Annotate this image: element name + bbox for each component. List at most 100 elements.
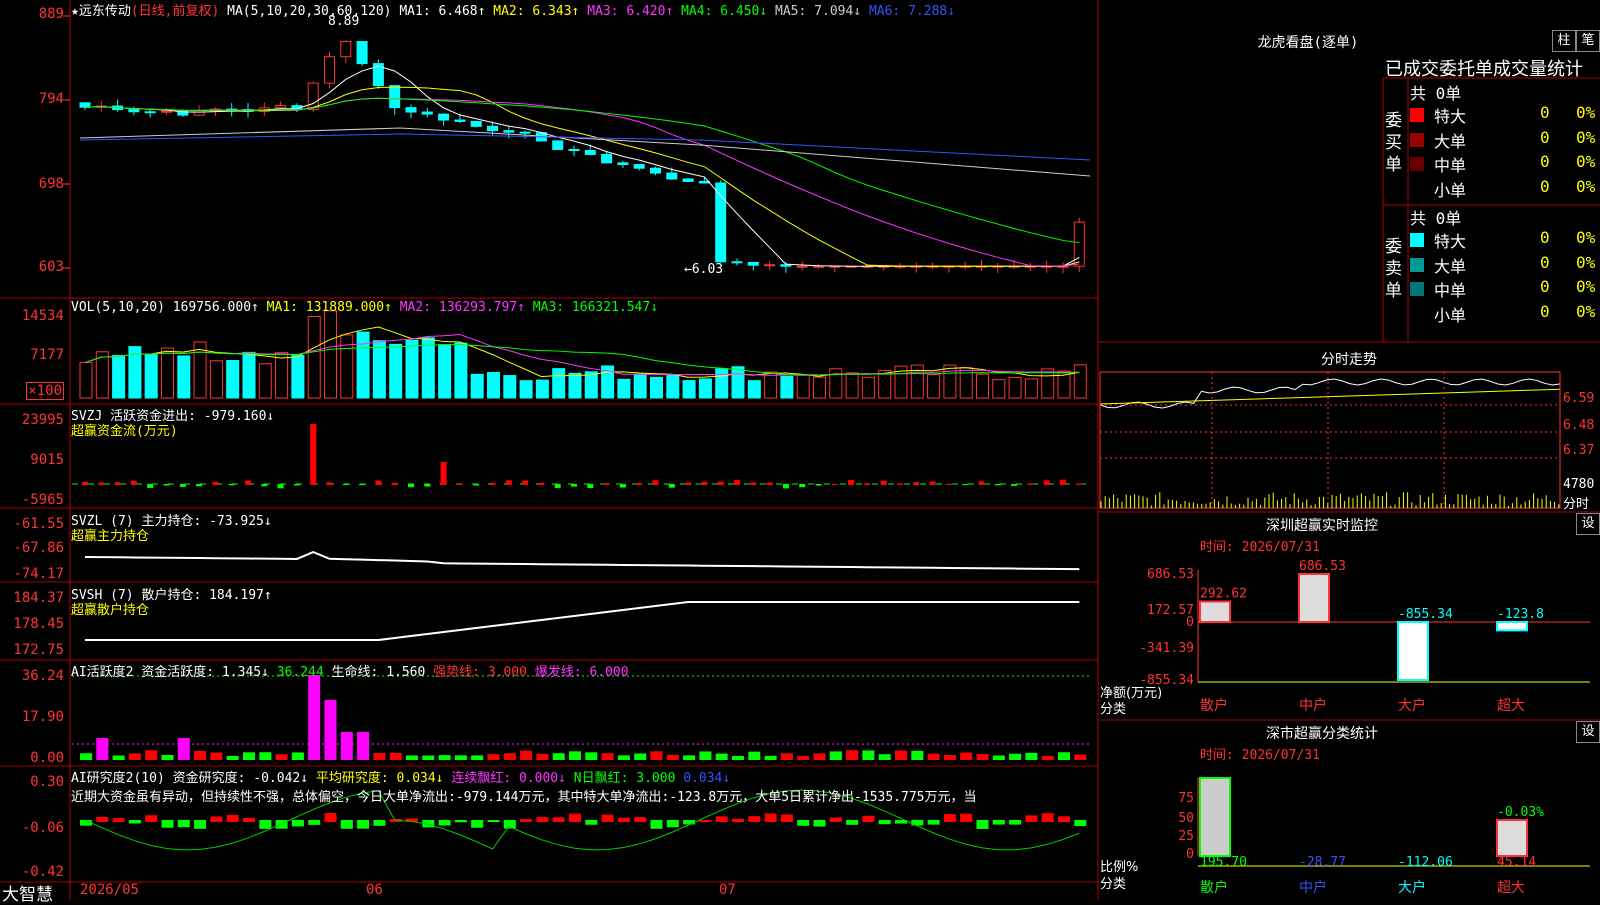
header-value: VOL(5,10,20) xyxy=(71,300,173,315)
research-bar xyxy=(1009,820,1022,825)
research-bar xyxy=(308,820,321,825)
research-bar xyxy=(927,820,940,825)
volume-bar xyxy=(112,354,126,399)
volume-bar xyxy=(405,339,419,399)
research-bar xyxy=(992,820,1005,825)
order-size-row: 特大 0 0% xyxy=(1410,103,1600,127)
research-bar xyxy=(650,820,663,829)
fund-flow-bar xyxy=(766,482,773,485)
volume-bar xyxy=(324,310,337,399)
research-bar xyxy=(357,820,370,829)
volume-bar xyxy=(992,379,1006,399)
fenshi-vol-tick: 4780 xyxy=(1563,477,1595,492)
activity-bar xyxy=(438,755,451,760)
stroke-view-button[interactable]: 笔 xyxy=(1576,30,1600,52)
volume-bar xyxy=(519,380,533,399)
ratio-bar xyxy=(1199,777,1231,857)
order-percent: 0% xyxy=(1576,301,1596,321)
activity-bar xyxy=(243,752,255,760)
fund-flow-bar xyxy=(212,481,219,485)
volume-bar xyxy=(389,343,403,399)
y-tick: 17.90 xyxy=(21,709,64,725)
stock-name[interactable]: ★远东传动 xyxy=(71,4,131,19)
header-value: 生命线: 1.560 xyxy=(331,665,434,680)
research-bar xyxy=(943,814,956,822)
volume-bar xyxy=(552,368,566,399)
candle xyxy=(503,130,515,133)
volume-bar xyxy=(372,340,386,399)
research-bar xyxy=(585,820,598,825)
fund-flow-bar xyxy=(734,480,740,485)
volume-bar xyxy=(421,337,435,399)
fund-flow-bar xyxy=(848,480,855,485)
fenshi-y-tick: 6.59 xyxy=(1563,391,1595,406)
category-label: 超大 xyxy=(1497,698,1525,714)
volume-bar xyxy=(682,380,696,399)
fund-flow-bar xyxy=(1027,483,1034,485)
header-value: AI活跃度2 资金活跃度: 1.345↓ xyxy=(71,665,277,680)
column-view-button[interactable]: 柱 xyxy=(1552,30,1576,52)
activity-bar xyxy=(422,755,435,760)
category-value: -28.77 xyxy=(1299,855,1346,870)
activity-bar xyxy=(96,738,109,760)
research-bar xyxy=(324,813,337,822)
category-label: 散户 xyxy=(1200,879,1228,896)
order-size-label: 特大 xyxy=(1434,107,1467,126)
period-tag[interactable]: (日线,前复权) xyxy=(131,4,219,19)
chart-canvas[interactable]: 686.53172.570-341.39-855.34292.62散户686.5… xyxy=(0,0,1600,900)
research-bar xyxy=(128,820,141,824)
activity-bar xyxy=(503,753,516,760)
fund-flow-bar xyxy=(717,481,724,485)
classify-settings-button[interactable]: 设 xyxy=(1576,721,1600,743)
research-bar xyxy=(96,816,109,822)
ma4-line xyxy=(84,97,1080,244)
candle xyxy=(747,261,759,266)
color-swatch xyxy=(1410,157,1424,171)
volume-bar xyxy=(878,370,892,399)
activity-bar xyxy=(454,755,467,760)
volume-bar xyxy=(698,378,712,399)
fund-flow-bar xyxy=(636,483,643,485)
order-count: 0 xyxy=(1540,301,1550,321)
activity-bar xyxy=(226,755,239,760)
volume-bar xyxy=(731,366,745,399)
monitor-settings-button[interactable]: 设 xyxy=(1576,513,1600,535)
activity-bar xyxy=(308,675,321,760)
fund-flow-bar xyxy=(603,483,610,485)
volume-bar xyxy=(1024,378,1038,399)
research-bar xyxy=(780,814,793,822)
candle xyxy=(487,125,498,132)
fund-flow-bar xyxy=(913,482,920,485)
activity-bar xyxy=(1074,754,1087,760)
fund-flow-bar xyxy=(750,482,757,485)
y-tick: -67.86 xyxy=(13,540,64,556)
ai1-y-axis: 36.24 17.90 0.00 xyxy=(0,660,70,766)
y-tick: 36.24 xyxy=(21,668,64,684)
research-bar xyxy=(471,820,484,828)
activity-bar xyxy=(210,752,223,760)
activity-bar xyxy=(357,732,370,760)
order-size-row: 中单 0 0% xyxy=(1410,277,1600,301)
color-swatch xyxy=(1410,282,1424,296)
candle xyxy=(324,56,335,84)
fund-flow-bar xyxy=(293,484,300,486)
activity-bar xyxy=(536,753,549,760)
volume-bar xyxy=(976,373,989,399)
order-size-label: 小单 xyxy=(1434,180,1467,200)
volume-bar xyxy=(650,376,663,399)
y-tick: 686.53 xyxy=(1147,567,1194,582)
ma6-line xyxy=(79,133,1091,161)
order-count: 0 xyxy=(1540,127,1550,147)
order-size-row: 小单 0 0% xyxy=(1410,302,1600,326)
candle xyxy=(356,41,368,65)
order-count: 0 xyxy=(1540,103,1550,122)
fund-flow-bar xyxy=(619,484,626,488)
volume-bar xyxy=(454,342,468,399)
activity-bar xyxy=(927,753,940,760)
fund-flow-bar xyxy=(310,424,317,485)
header-value: MA3: 6.420↑ xyxy=(587,4,682,19)
candle xyxy=(340,41,352,58)
lhb-title: 龙虎看盘(逐单) xyxy=(1257,35,1359,51)
candle xyxy=(193,110,205,116)
classify-ylabel2: 分类 xyxy=(1100,877,1127,892)
